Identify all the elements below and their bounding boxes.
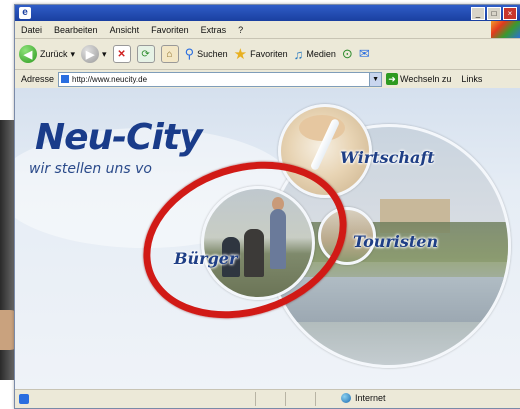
media-label: Medien [306, 49, 336, 59]
stop-icon[interactable]: ✕ [112, 45, 131, 63]
site-logo[interactable]: Neu-City [35, 117, 203, 158]
windows-logo-icon [491, 21, 520, 38]
media-icon: ♫ [293, 46, 304, 62]
buerger-link[interactable]: Bürger [174, 249, 237, 268]
back-dropdown-icon[interactable]: ▾ [71, 49, 76, 60]
go-arrow-icon: ➜ [386, 73, 399, 85]
menu-bearbeiten[interactable]: Bearbeiten [54, 25, 98, 35]
globe-icon [341, 393, 351, 403]
address-value: http://www.neucity.de [72, 74, 148, 84]
wirtschaft-link[interactable]: Wirtschaft [340, 148, 435, 167]
address-input[interactable]: http://www.neucity.de ▼ [58, 71, 383, 87]
links-button[interactable]: Links [461, 74, 482, 84]
home-icon[interactable]: ⌂ [160, 45, 179, 63]
address-label: Adresse [21, 74, 55, 84]
go-label: Wechseln zu [400, 74, 452, 84]
address-dropdown-icon[interactable]: ▼ [369, 72, 382, 86]
site-slogan: wir stellen uns vo [29, 161, 152, 177]
menu-extras[interactable]: Extras [201, 25, 227, 35]
title-bar[interactable]: e _ □ × [15, 5, 520, 21]
menu-help[interactable]: ? [238, 25, 243, 35]
menu-ansicht[interactable]: Ansicht [110, 25, 140, 35]
refresh-icon[interactable]: ⟳ [136, 45, 155, 63]
page-icon [61, 75, 70, 83]
status-page-icon [19, 394, 29, 404]
forward-dropdown-icon[interactable]: ▾ [102, 49, 107, 60]
security-zone: Internet [341, 393, 386, 403]
media-button[interactable]: ♫ Medien [294, 47, 336, 62]
zone-label: Internet [355, 393, 386, 403]
favorites-label: Favoriten [250, 49, 288, 59]
ie-app-icon: e [19, 7, 31, 19]
hand-shape [299, 115, 345, 141]
menu-datei[interactable]: Datei [21, 25, 42, 35]
menu-bar: Datei Bearbeiten Ansicht Favoriten Extra… [15, 21, 520, 39]
close-button[interactable]: × [503, 7, 517, 20]
mail-icon[interactable]: ✉ [359, 46, 370, 62]
forward-icon: ▶ [81, 45, 100, 63]
forward-button[interactable]: ▶ ▾ [81, 45, 107, 63]
search-button[interactable]: ⚲ Suchen [185, 46, 228, 62]
back-icon: ◀ [19, 45, 37, 63]
address-bar: Adresse http://www.neucity.de ▼ ➜ Wechse… [15, 70, 520, 89]
search-icon: ⚲ [184, 46, 195, 61]
history-icon[interactable]: ⊙ [342, 46, 353, 62]
minimize-button[interactable]: _ [471, 7, 485, 20]
back-label: Zurück [40, 49, 68, 59]
search-label: Suchen [197, 49, 228, 59]
back-button[interactable]: ◀ Zurück ▾ [19, 45, 75, 63]
status-divider [315, 392, 316, 406]
page-content: Neu-City wir stellen uns vo Wirtschaft B… [15, 88, 520, 390]
window-controls: _ □ × [471, 7, 517, 20]
status-bar: Internet [15, 389, 520, 408]
touristen-link[interactable]: Touristen [353, 232, 438, 251]
standard-toolbar: ◀ Zurück ▾ ▶ ▾ ✕ ⟳ ⌂ ⚲ Suchen ★ Favorite… [15, 39, 520, 70]
favorites-button[interactable]: ★ Favoriten [234, 45, 288, 63]
status-divider [285, 392, 286, 406]
maximize-button[interactable]: □ [487, 7, 501, 20]
favorites-star-icon: ★ [233, 46, 248, 63]
menu-favoriten[interactable]: Favoriten [151, 25, 189, 35]
browser-window: e _ □ × Datei Bearbeiten Ansicht Favorit… [14, 4, 520, 409]
go-button[interactable]: ➜ Wechseln zu [386, 73, 451, 85]
status-divider [255, 392, 256, 406]
